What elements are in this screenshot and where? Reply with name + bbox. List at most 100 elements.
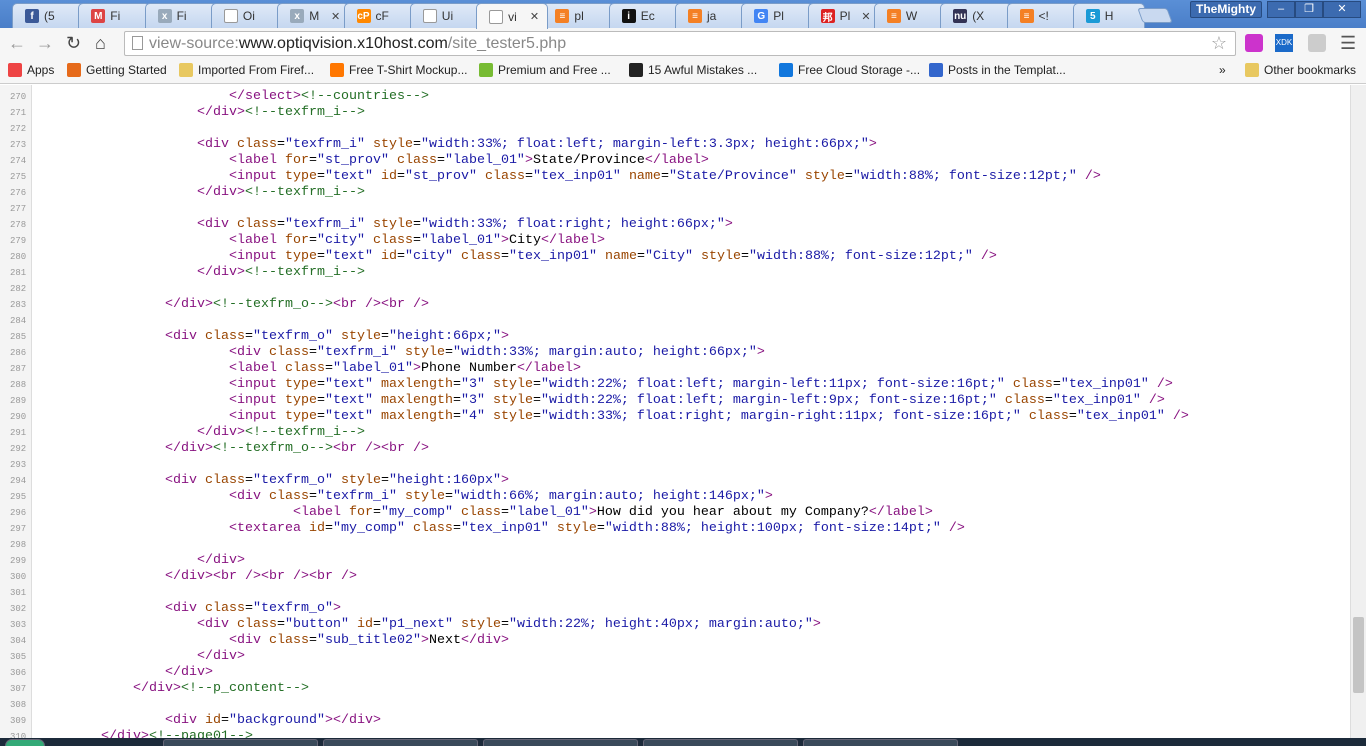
bookmark-item[interactable]: Imported From Firef... — [179, 63, 314, 77]
code-line: 282 — [0, 281, 1350, 297]
line-number: 297 — [10, 524, 27, 534]
tab[interactable]: ≡ ja — [675, 3, 747, 28]
cpanel-icon: cP — [356, 9, 371, 23]
code-line: 283 </div><!--texfrm_o--><br /><br /> — [0, 297, 1350, 313]
tab[interactable]: 邦 Pl ✕ — [807, 3, 880, 28]
line-text: <label for="city" class="label_01">City<… — [228, 233, 605, 248]
extension-icon[interactable] — [1245, 34, 1263, 52]
tab[interactable]: M Fi — [78, 3, 151, 28]
taskbar — [0, 738, 1366, 746]
code-line: 274 <label for="st_prov" class="label_01… — [0, 153, 1350, 169]
tab-label: Pl — [839, 9, 851, 23]
bookmark-item[interactable]: Apps — [8, 63, 54, 77]
xdk-extension-icon[interactable]: XDK — [1275, 34, 1293, 52]
line-number: 280 — [10, 252, 27, 262]
vertical-scrollbar[interactable] — [1350, 85, 1366, 738]
line-text: <label for="st_prov" class="label_01">St… — [228, 153, 709, 168]
tab[interactable]: nu (X — [940, 3, 1013, 28]
line-number: 281 — [10, 268, 27, 278]
maximize-button[interactable]: ❐ — [1295, 1, 1323, 18]
minimize-button[interactable]: – — [1267, 1, 1295, 18]
tab[interactable]: ≡ <! — [1006, 3, 1079, 28]
tab[interactable]: vi ✕ — [476, 3, 549, 29]
translate-extension-icon[interactable] — [1308, 34, 1326, 52]
tab-label: (X — [972, 9, 985, 23]
forward-button[interactable]: → — [36, 33, 54, 54]
taskbar-item[interactable] — [323, 739, 478, 746]
code-line: 276 </div><!--texfrm_i--> — [0, 185, 1350, 201]
tab[interactable]: Ui — [409, 3, 482, 28]
page-icon — [132, 36, 143, 50]
home-button[interactable]: ⌂ — [95, 33, 106, 54]
bookmarks-overflow-button[interactable]: » — [1219, 63, 1226, 77]
tab[interactable]: Oi — [210, 3, 283, 28]
reload-button[interactable]: ↻ — [66, 33, 81, 54]
tab-label: Oi — [242, 9, 255, 23]
line-text: <input type="text" id="st_prov" class="t… — [228, 169, 1101, 184]
profile-button[interactable]: TheMighty — [1190, 1, 1262, 18]
tab-label: H — [1104, 9, 1114, 23]
url-path: /site_tester5.php — [447, 35, 567, 52]
start-button[interactable] — [5, 739, 45, 746]
bookmark-item[interactable]: Free T-Shirt Mockup... — [330, 63, 467, 77]
close-tab-icon[interactable]: ✕ — [861, 10, 870, 23]
bookmark-item[interactable]: Premium and Free ... — [479, 63, 611, 77]
line-number: 291 — [10, 428, 27, 438]
bookmarks-bar: Apps Getting Started Imported From Firef..… — [0, 58, 1366, 84]
code-line: 303 <div class="button" id="p1_next" sty… — [0, 617, 1350, 633]
other-bookmarks[interactable]: Other bookmarks — [1245, 63, 1356, 77]
code-line: 294 <div class="texfrm_o" style="height:… — [0, 473, 1350, 489]
taskbar-item[interactable] — [163, 739, 318, 746]
tab-label: <! — [1038, 9, 1049, 23]
line-text: </div><!--texfrm_o--><br /><br /> — [164, 441, 429, 456]
line-text: <div id="background"></div> — [164, 713, 381, 728]
tab[interactable]: ≡ pl — [542, 3, 615, 28]
source-code: 270 </select><!--countries--> 271 </div><… — [0, 89, 1350, 745]
tab-label: W — [905, 9, 918, 23]
taskbar-item[interactable] — [803, 739, 958, 746]
close-window-button[interactable]: ✕ — [1323, 1, 1361, 18]
line-text — [32, 585, 37, 601]
taskbar-item[interactable] — [483, 739, 638, 746]
code-line: 304 <div class="sub_title02">Next</div> — [0, 633, 1350, 649]
line-number: 298 — [10, 540, 27, 550]
bookmark-item[interactable]: Posts in the Templat... — [929, 63, 1066, 77]
menu-icon[interactable]: ☰ — [1340, 33, 1356, 54]
tab[interactable]: ≡ W — [873, 3, 946, 28]
scrollbar-thumb[interactable] — [1353, 617, 1364, 693]
line-text: </div><br /><br /><br /> — [164, 569, 357, 584]
tab[interactable]: 5H — [1072, 3, 1145, 28]
tab[interactable]: i Ec — [608, 3, 681, 28]
line-number: 306 — [10, 668, 27, 678]
bookmark-icon — [779, 63, 793, 77]
line-text: </div> — [196, 649, 245, 664]
other-bookmarks-label: Other bookmarks — [1264, 63, 1357, 77]
bookmark-icon — [67, 63, 81, 77]
line-number: 275 — [10, 172, 27, 182]
bookmark-item[interactable]: Getting Started — [67, 63, 167, 77]
bookmark-item[interactable]: Free Cloud Storage -... — [779, 63, 920, 77]
line-number: 307 — [10, 684, 27, 694]
tab[interactable]: x M ✕ — [277, 3, 350, 28]
tab[interactable]: f (5 — [12, 3, 84, 28]
code-line: 273 <div class="texfrm_i" style="width:3… — [0, 137, 1350, 153]
line-number: 282 — [10, 284, 27, 294]
stackoverflow-icon: ≡ — [555, 9, 570, 23]
new-tab-button[interactable] — [1137, 8, 1173, 23]
code-line: 300 </div><br /><br /><br /> — [0, 569, 1350, 585]
tab[interactable]: x Fi — [144, 3, 217, 28]
address-bar[interactable]: view-source:www.optiqvision.x10host.com/… — [124, 31, 1236, 56]
taskbar-item[interactable] — [643, 739, 798, 746]
bookmark-star-icon[interactable]: ☆ — [1211, 32, 1227, 55]
code-line: 306 </div> — [0, 665, 1350, 681]
bookmark-item[interactable]: 15 Awful Mistakes ... — [629, 63, 757, 77]
close-tab-icon[interactable]: ✕ — [331, 10, 340, 23]
line-text: <div class="texfrm_o" style="height:160p… — [164, 473, 509, 488]
close-tab-icon[interactable]: ✕ — [530, 10, 539, 23]
tab[interactable]: G Pl — [741, 3, 814, 28]
back-button[interactable]: ← — [8, 33, 26, 54]
line-text: </div><!--texfrm_i--> — [196, 105, 365, 120]
bookmark-label: Premium and Free ... — [498, 63, 611, 77]
tab[interactable]: cP cF — [343, 3, 416, 28]
folder-icon — [1245, 63, 1259, 77]
